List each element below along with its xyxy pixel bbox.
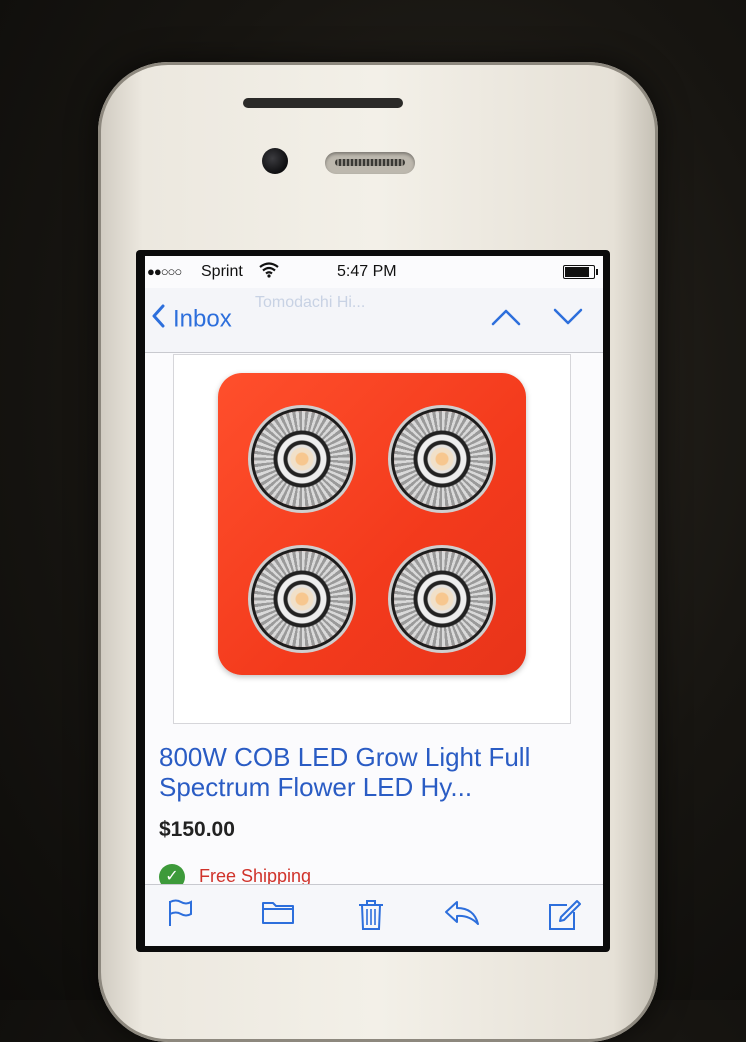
front-camera (262, 148, 288, 174)
mail-toolbar (145, 884, 603, 946)
chevron-down-icon (553, 308, 583, 325)
led-module (254, 411, 350, 507)
mail-screen: ●●○○○ Sprint 5:47 PM Tomodachi Hi... Inb… (145, 256, 603, 946)
nav-bar: Tomodachi Hi... Inbox (145, 288, 603, 353)
product-price: $150.00 (159, 818, 235, 841)
product-image-frame[interactable] (173, 354, 571, 724)
grow-light-product-image (218, 373, 526, 675)
led-module (394, 411, 490, 507)
back-label: Inbox (173, 305, 232, 333)
move-to-folder-button[interactable] (261, 899, 295, 930)
carrier-name: Sprint (201, 263, 243, 280)
message-nav-arrows (463, 308, 583, 331)
trash-icon (359, 900, 383, 930)
flag-button[interactable] (167, 899, 193, 932)
reply-icon (445, 901, 479, 925)
previous-message-button[interactable] (491, 308, 521, 331)
scrolled-subject-ghost: Tomodachi Hi... (255, 294, 366, 311)
compose-button[interactable] (547, 899, 581, 936)
led-module (394, 551, 490, 647)
reply-button[interactable] (443, 899, 481, 932)
back-to-inbox-button[interactable]: Inbox (151, 304, 232, 335)
signal-strength: ●●○○○ (147, 264, 182, 279)
led-module (254, 551, 350, 647)
product-title-link[interactable]: 800W COB LED Grow Light Full Spectrum Fl… (159, 742, 589, 802)
shipping-label: Free Shipping (199, 865, 312, 886)
clock: 5:47 PM (337, 263, 397, 280)
folder-icon (262, 902, 294, 924)
battery-icon (563, 265, 598, 279)
chevron-left-icon (151, 304, 165, 335)
wifi-icon (259, 262, 279, 283)
status-bar: ●●○○○ Sprint 5:47 PM (145, 256, 603, 288)
flag-icon (169, 899, 192, 926)
next-message-button[interactable] (553, 308, 583, 331)
chevron-up-icon (491, 309, 520, 326)
delete-button[interactable] (357, 899, 385, 936)
earpiece (243, 98, 403, 108)
speaker-grille (325, 152, 415, 174)
compose-icon (549, 900, 581, 930)
